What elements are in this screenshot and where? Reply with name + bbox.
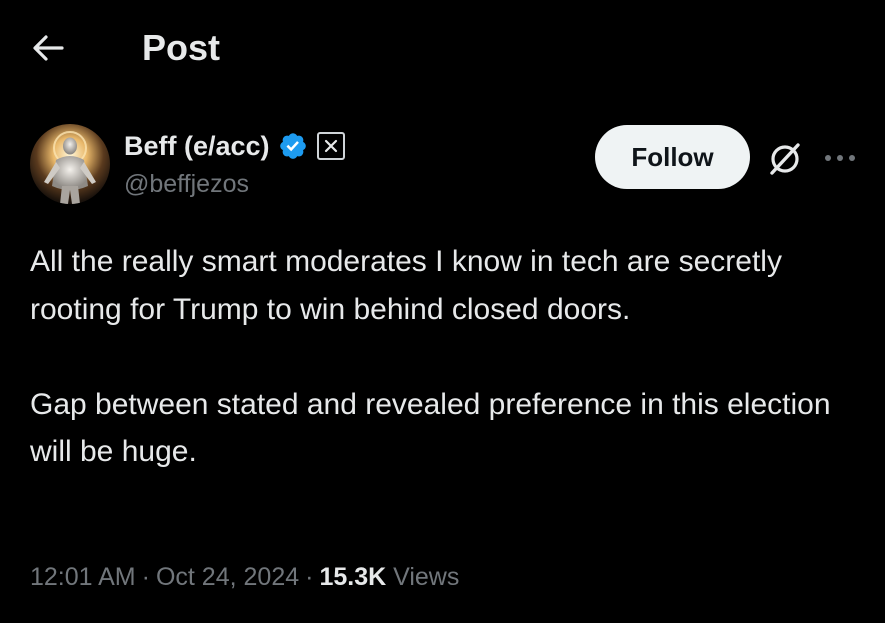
name-row: Beff (e/acc) <box>124 128 345 164</box>
tweet-paragraph: All the really smart moderates I know in… <box>30 245 782 326</box>
x-affiliate-badge-icon[interactable] <box>316 132 345 160</box>
back-button[interactable] <box>28 30 68 66</box>
separator: · <box>305 563 314 591</box>
author-info: Beff (e/acc) @beffjezos <box>124 128 345 199</box>
post-metadata: 12:01 AM · Oct 24, 2024 · 15.3K Views <box>30 560 459 594</box>
views-label: Views <box>393 563 460 591</box>
more-options-icon <box>825 155 855 161</box>
grok-icon <box>770 143 800 175</box>
separator: · <box>141 563 150 591</box>
author-display-name[interactable]: Beff (e/acc) <box>124 131 270 162</box>
views-count[interactable]: 15.3K <box>319 563 386 591</box>
post-time[interactable]: 12:01 AM <box>30 563 136 591</box>
follow-button[interactable]: Follow <box>595 125 750 189</box>
verified-badge-icon[interactable] <box>278 131 308 161</box>
top-bar: Post <box>0 0 885 100</box>
tweet-paragraph: Gap between stated and revealed preferen… <box>30 387 831 469</box>
arrow-left-icon <box>33 35 64 61</box>
more-options-button[interactable] <box>820 143 860 173</box>
grok-button[interactable] <box>760 137 810 181</box>
post-date[interactable]: Oct 24, 2024 <box>156 563 299 591</box>
avatar[interactable] <box>30 124 110 204</box>
page-title: Post <box>142 27 221 68</box>
tweet-text: All the really smart moderates I know in… <box>30 238 860 476</box>
author-handle[interactable]: @beffjezos <box>124 170 345 199</box>
avatar-image <box>30 124 110 204</box>
